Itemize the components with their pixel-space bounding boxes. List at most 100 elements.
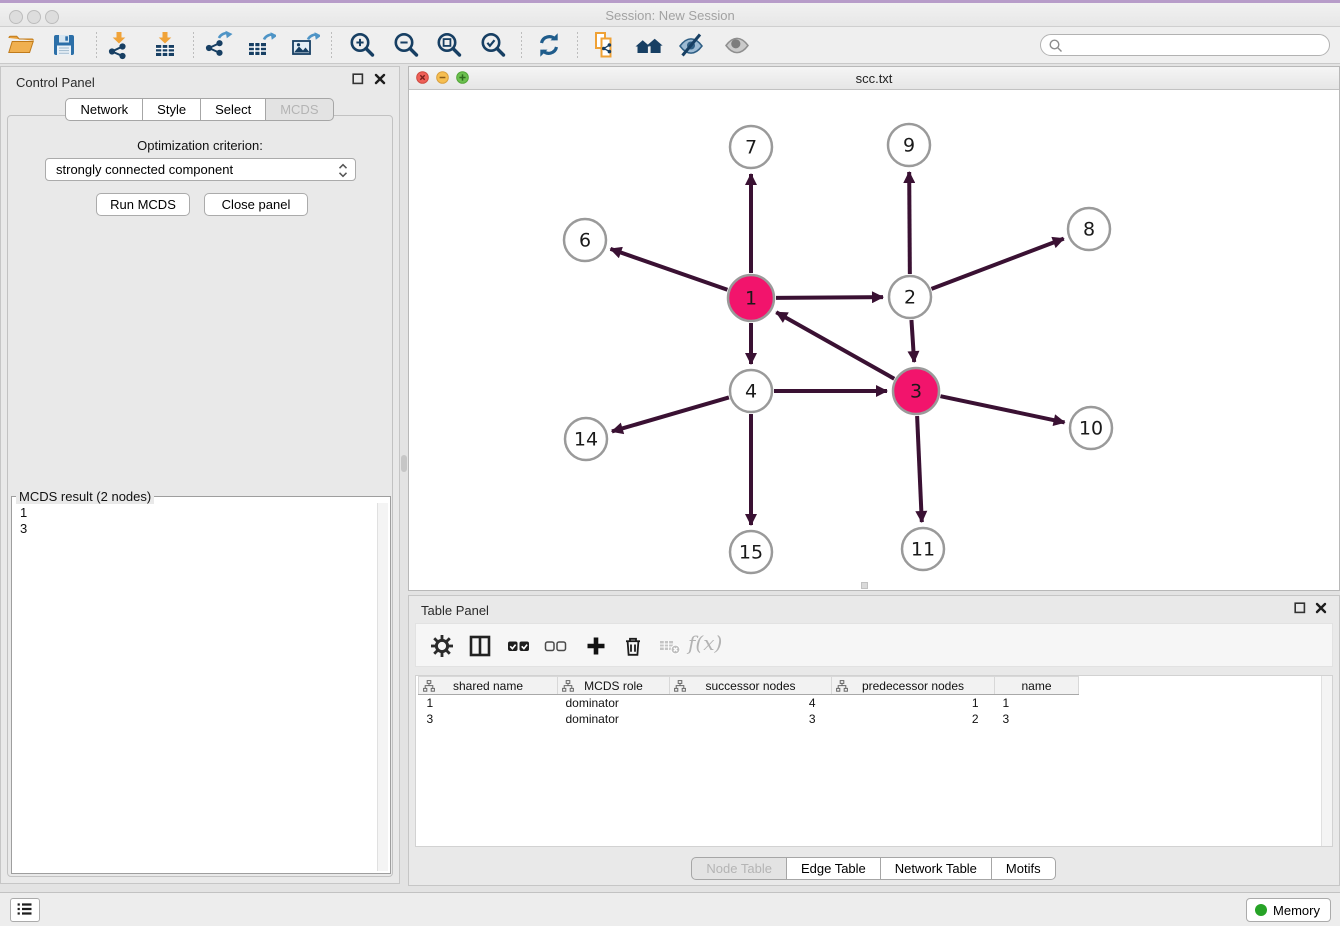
table-scrollbar[interactable] [1321,676,1332,846]
close-panel-action-button[interactable]: Close panel [204,193,308,216]
table-cell[interactable]: dominator [558,695,670,712]
float-icon [352,73,364,85]
tab-network-table[interactable]: Network Table [880,857,992,880]
refresh-view-button[interactable] [534,30,564,60]
table-settings-button[interactable] [429,635,455,659]
duplicate-network-view-button[interactable] [590,30,620,60]
tab-node-table[interactable]: Node Table [691,857,787,880]
result-scrollbar[interactable] [377,503,388,871]
graph-node-label: 10 [1079,418,1103,440]
column-header-successor-nodes[interactable]: successor nodes [670,677,832,695]
table-cell[interactable]: 3 [670,711,832,727]
column-header-predecessor-nodes[interactable]: predecessor nodes [832,677,995,695]
import-network-button[interactable] [104,30,134,60]
save-session-button[interactable] [49,30,79,60]
open-file-button[interactable] [6,30,36,60]
graph-node-label: 9 [903,135,915,157]
table-cell[interactable]: 2 [832,711,995,727]
trash-icon [622,635,644,657]
optimization-criterion-label: Optimization criterion: [1,138,399,153]
graph-edge-2-9[interactable] [909,172,910,274]
graph-node-label: 3 [910,381,922,403]
float-table-panel-button[interactable] [1293,602,1307,616]
graph-edge-2-8[interactable] [932,239,1064,289]
delete-column-button[interactable] [620,635,646,659]
home-views-button[interactable] [634,30,664,60]
tab-style[interactable]: Style [142,98,201,121]
houses-icon [634,30,664,60]
zoom-selected-button[interactable] [478,30,508,60]
delete-table-button [657,635,683,659]
node-table-area: shared nameMCDS rolesuccessor nodesprede… [415,675,1333,847]
hide-selected-button[interactable] [676,30,706,60]
unchecked-boxes-icon [544,635,568,657]
tab-edge-table[interactable]: Edge Table [786,857,881,880]
window-title: Session: New Session [0,8,1340,23]
tab-select[interactable]: Select [200,98,266,121]
memory-button[interactable]: Memory [1246,898,1331,922]
graph-node-label: 2 [904,287,916,309]
search-input[interactable] [1065,36,1323,56]
table-cell[interactable]: 3 [419,711,558,727]
zoom-fit-button[interactable] [434,30,464,60]
window-titlebar: Session: New Session [0,0,1340,27]
close-panel-button[interactable] [373,73,387,87]
control-panel-tabs: NetworkStyleSelectMCDS [1,98,399,121]
graph-edge-2-3[interactable] [911,320,914,362]
select-all-columns-button[interactable] [506,635,532,659]
graph-edge-4-14[interactable] [612,397,729,431]
toolbar-separator [96,32,97,58]
add-column-button[interactable] [583,635,609,659]
mcds-result-line: 1 [20,505,370,521]
column-header-shared-name[interactable]: shared name [419,677,558,695]
tab-motifs[interactable]: Motifs [991,857,1056,880]
zoom-in-button[interactable] [347,30,377,60]
close-icon [374,73,386,85]
search-icon [1048,38,1063,53]
tab-network[interactable]: Network [65,98,143,121]
import-network-icon [104,30,134,60]
table-cell[interactable]: 1 [995,695,1079,712]
table-cell[interactable]: 1 [832,695,995,712]
export-table-icon [246,30,276,60]
table-cell[interactable]: dominator [558,711,670,727]
graph-node-label: 14 [574,429,598,451]
network-canvas[interactable]: 1234678910111415 [409,90,1339,590]
canvas-resize-handle[interactable] [861,582,868,589]
run-mcds-button[interactable]: Run MCDS [96,193,190,216]
graph-edge-3-1[interactable] [776,312,894,378]
graph-edge-3-10[interactable] [940,396,1064,422]
zoom-out-button[interactable] [391,30,421,60]
export-image-button[interactable] [290,30,320,60]
list-icon [15,899,35,919]
import-table-button[interactable] [150,30,180,60]
network-view-window: scc.txt 1234678910111415 [408,66,1340,591]
column-header-MCDS-role[interactable]: MCDS role [558,677,670,695]
graph-edge-3-11[interactable] [917,416,922,522]
tab-mcds[interactable]: MCDS [265,98,333,121]
table-cell[interactable]: 1 [419,695,558,712]
export-table-button[interactable] [246,30,276,60]
deselect-all-columns-button[interactable] [543,635,569,659]
close-table-panel-button[interactable] [1314,602,1328,616]
table-row[interactable]: 1dominator411 [419,695,1079,712]
split-columns-button[interactable] [467,635,493,659]
table-row[interactable]: 3dominator323 [419,711,1079,727]
graph-edge-1-2[interactable] [776,297,883,298]
graph-node-label: 11 [911,539,935,561]
table-cell[interactable]: 3 [995,711,1079,727]
export-network-button[interactable] [203,30,233,60]
divider-scroll-handle[interactable] [401,455,407,472]
application-window: Session: New Session [0,0,1340,926]
refresh-icon [534,30,564,60]
toolbar-separator [331,32,332,58]
checked-boxes-icon [507,635,531,657]
column-header-name[interactable]: name [995,677,1079,695]
show-all-button[interactable] [722,30,752,60]
task-history-button[interactable] [10,898,40,922]
graph-edge-1-6[interactable] [610,249,727,290]
search-field[interactable] [1040,34,1330,56]
float-panel-button[interactable] [351,73,365,87]
criterion-dropdown[interactable]: strongly connected component [45,158,356,181]
table-cell[interactable]: 4 [670,695,832,712]
